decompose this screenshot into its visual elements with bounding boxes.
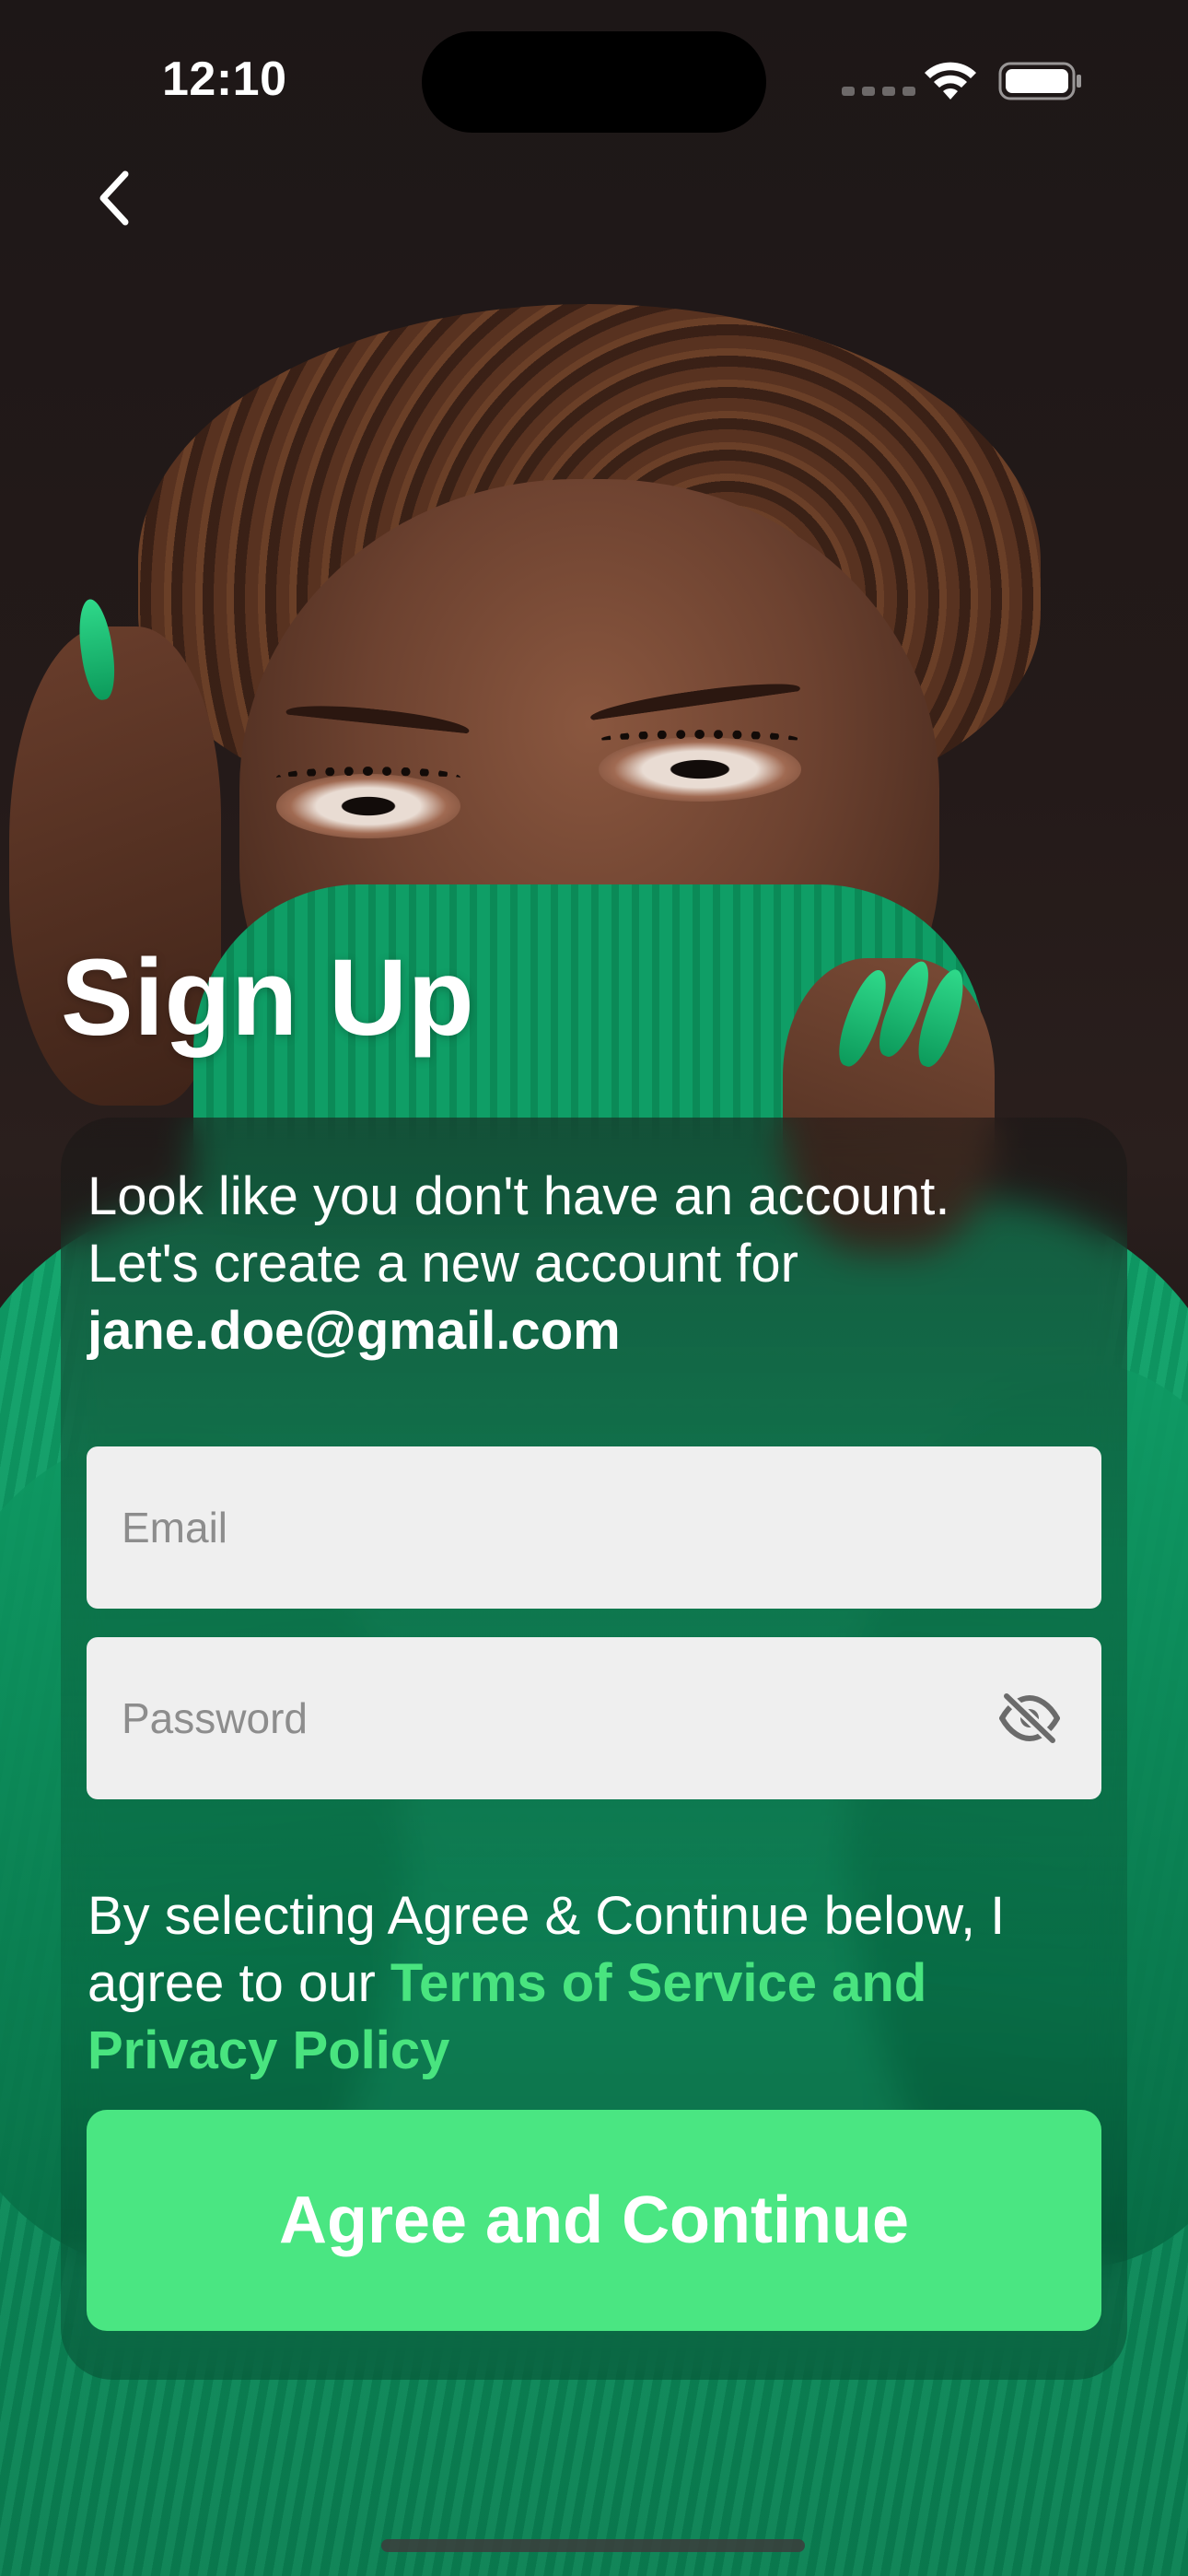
intro-line-1: Look like you don't have an account. (87, 1166, 950, 1226)
back-button[interactable] (77, 157, 151, 240)
cellular-signal-icon (842, 87, 915, 96)
intro-text: Look like you don't have an account. Let… (87, 1163, 1119, 1364)
email-field[interactable] (87, 1446, 1101, 1609)
wifi-icon (925, 62, 976, 100)
password-field[interactable] (87, 1637, 1101, 1799)
password-input[interactable] (122, 1693, 993, 1743)
status-time: 12:10 (162, 53, 287, 106)
intro-line-2: Let's create a new account for (87, 1234, 798, 1294)
agree-continue-button[interactable]: Agree and Continue (87, 2110, 1101, 2331)
password-visibility-toggle[interactable] (993, 1681, 1066, 1755)
eye-off-icon (999, 1692, 1060, 1744)
battery-icon (998, 62, 1081, 100)
intro-email: jane.doe@gmail.com (87, 1301, 621, 1361)
photo-lashes-left (276, 767, 460, 789)
page-title: Sign Up (61, 937, 475, 1059)
photo-lashes-right (599, 730, 801, 752)
email-input[interactable] (122, 1503, 1066, 1552)
chevron-left-icon (99, 170, 129, 226)
terms-text: By selecting Agree & Continue below, I a… (87, 1882, 1119, 2084)
dynamic-island (422, 31, 766, 133)
home-indicator (381, 2539, 805, 2552)
